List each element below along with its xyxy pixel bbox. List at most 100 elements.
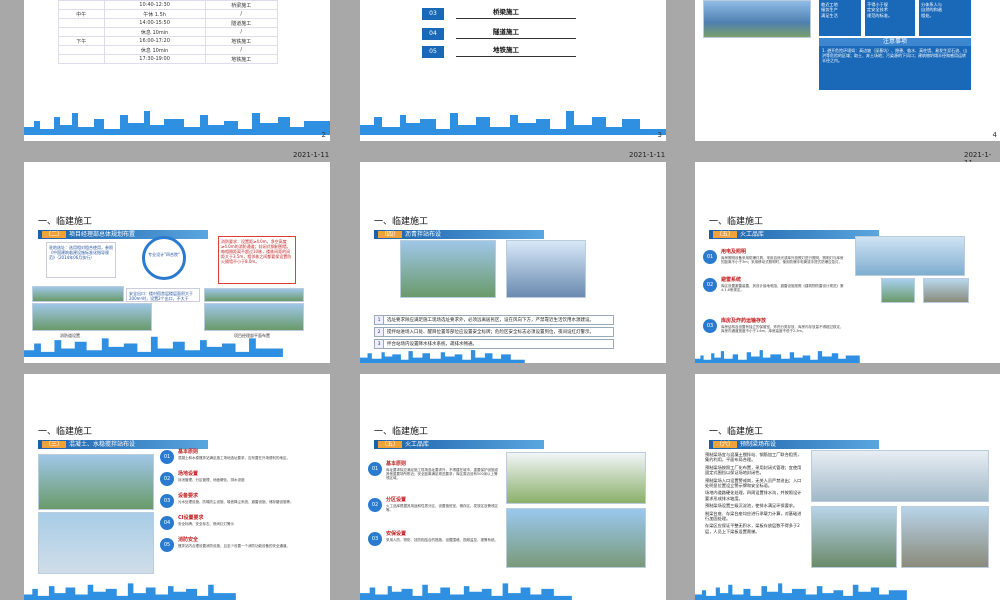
table-cell-period: 中午 xyxy=(58,9,105,19)
item-text: 搅拌站内合理设置消防设施，且至少设置一个消防功能设备的安全通道。 xyxy=(178,544,290,548)
feature-column: 临近工地 服务生产 满足生活 xyxy=(819,0,861,36)
section-number: （四） xyxy=(378,231,403,238)
item-label: 地铁施工 xyxy=(493,46,519,54)
item-title: 避雷系统 xyxy=(721,277,742,283)
table-cell-time: 10:40-12:30 xyxy=(103,0,206,10)
slide-3[interactable]: 03 桥梁施工 04 隧道施工 05 地铁施工 3 xyxy=(360,0,666,141)
item-text: 安全标牌、安全标志、夜间红灯警示 xyxy=(178,522,234,526)
list-item: 制梁台座、存梁台座均应进行承载力计算，对基础进行加固处理。 xyxy=(705,510,802,522)
section-number: （六） xyxy=(713,441,738,448)
item-title: 基本原则 xyxy=(178,449,199,455)
slide-10[interactable]: 一、临建施工 （六） 预制梁场布设 预制梁场宜与混凝土搅拌站、钢筋加工厂联合租赁，… xyxy=(695,374,1000,600)
item-number-circle: 02 xyxy=(368,498,382,512)
yard-photo xyxy=(901,506,989,568)
depot-render xyxy=(506,508,646,568)
building-photo xyxy=(32,303,152,331)
slide-7-lower: 03 库房及炸药运输存放 库房结构及设置有独立的保管室，炸药分类存放，库房内存放… xyxy=(695,303,1000,363)
page-number: 3 xyxy=(657,131,662,139)
page-number: 2 xyxy=(321,131,326,139)
item-text: 混凝土和水稳搅拌站满足施工场地选址要求，应布置在外场便利的地区。 xyxy=(178,456,290,460)
section-bar: （四） 沥青拌站布设 xyxy=(374,230,544,239)
table-cell-task: 桥梁施工 xyxy=(204,0,279,10)
section-bar: （二） 项目经理部总体规划布置 xyxy=(38,230,208,239)
date-label: 2021-1-11 xyxy=(293,151,330,159)
item-title: 场地设置 xyxy=(178,471,199,477)
table-cell-time: 17:30-19:00 xyxy=(103,54,206,64)
slide-2[interactable]: 10:40-12:30 桥梁施工 中午 午休 1.5h/14:00-15:50 隧道施工… xyxy=(24,0,330,141)
list-item: 预制梁场按照工厂化布置，采用封闭式管理；宜使用固定式围挡以保证场地封闭性。 xyxy=(705,464,802,476)
item-number-circle: 03 xyxy=(368,532,382,546)
section-number: （二） xyxy=(42,231,67,238)
slide-heading: 一、临建施工 xyxy=(38,427,93,437)
skyline-decoration xyxy=(24,583,236,600)
item-number: 04 xyxy=(422,28,444,40)
item-title: 消防安全 xyxy=(178,537,199,543)
table-row: 14:00-15:50 隧道施工 xyxy=(58,18,279,28)
item-label: 隧道施工 xyxy=(493,28,519,36)
fire-requirements-box: 消防要求：设置距≥4.0m，净空高度≥4.0m的消防通道；封闭式钢制围墙，每相隔… xyxy=(218,236,296,284)
plant-photo xyxy=(400,240,496,298)
date-label: 2021-1-11 xyxy=(629,151,666,159)
lighting-photo xyxy=(881,278,915,303)
notice-box: 注意事项 1. 避开危险环境如：高边坡（深基坑）、隐患、临水、高柱墙、易发生泥石… xyxy=(819,38,971,90)
divider xyxy=(456,56,576,57)
item-title: 安保设置 xyxy=(386,531,407,537)
slide-9[interactable]: 一、临建施工 （五） 火工品库 01 基本原则 库址要求除应满足施工现场选址要求外… xyxy=(360,374,666,600)
section-title: 沥青拌站布设 xyxy=(405,231,442,238)
slide-heading: 一、临建施工 xyxy=(38,217,93,227)
slide-7[interactable]: 一、临建施工 （五） 火工品库 01 用电及照明 库房照明设备采用防爆灯具，采用自… xyxy=(695,162,1000,303)
table-cell-time: 16:00-17:20 xyxy=(103,36,206,46)
table-row: 下午 16:00-17:20 地铁施工 xyxy=(58,36,279,46)
skyline-decoration xyxy=(695,350,860,363)
item-label: 桥梁施工 xyxy=(493,8,519,16)
plant-aerial-photo xyxy=(38,454,154,510)
slide-8[interactable]: 一、临建施工 （三） 混凝土、水稳搅拌站布设 01 基本原则 混凝土和水稳搅拌站满… xyxy=(24,374,330,600)
skyline-decoration xyxy=(24,111,330,135)
notice-title: 注意事项 xyxy=(819,38,971,46)
item-number: 03 xyxy=(422,8,444,20)
feature-column: 不得小于规 定安全技术 规范的标准。 xyxy=(865,0,915,36)
requirement-item: 1 选址要求除应满足施工现场选址要求外，必须远离居民区，设在风向下方，严禁靠近生活… xyxy=(374,315,614,325)
section-title: 预制梁场布设 xyxy=(740,441,777,448)
divider xyxy=(456,38,576,39)
table-cell-period: 下午 xyxy=(58,36,105,46)
list-item: 场地内道路硬化处理，四周设置排水沟，并按照设计要求形成排水坡度。 xyxy=(705,490,802,501)
slide-6[interactable]: 一、临建施工 （四） 沥青拌站布设 xyxy=(360,162,666,303)
item-number: 2 xyxy=(375,328,384,336)
skyline-decoration xyxy=(360,111,666,135)
item-number-circle: 01 xyxy=(160,450,174,464)
section-bar: （五） 火工品库 xyxy=(374,440,544,449)
slide-5[interactable]: 一、临建施工 （二） 项目经理部总体规划布置 驻地选址：选用相对租合使用，参照《中… xyxy=(24,162,330,303)
mixer-photo xyxy=(506,240,586,298)
item-title: 设备要求 xyxy=(178,493,199,499)
table-cell-task: / xyxy=(204,45,279,55)
yard-photo xyxy=(811,506,897,568)
slide-4[interactable]: 临近工地 服务生产 满足生活 不得小于规 定安全技术 规范的标准。 分体系人与 自然的和谐… xyxy=(695,0,1000,141)
store-photo xyxy=(923,278,969,303)
requirement-item: 2 搅拌站进场入口处、醒目位置等部位应设置安全标牌；危险区安全标志必须设置到位，夜… xyxy=(374,327,614,337)
section-number: （五） xyxy=(713,231,738,238)
exit-requirements-box: 安全出口：楼村宿舍层楼层面积大于200m²时，设置2个出口，不大于200m²可以… xyxy=(126,288,200,302)
silos-photo xyxy=(38,512,154,574)
item-text: 封闭管理、分区管理、地面硬化、排水设施 xyxy=(178,478,245,482)
table-cell-time: 休息 10min xyxy=(103,27,206,37)
item-number-circle: 03 xyxy=(703,319,717,333)
table-row: 中午 午休 1.5h / xyxy=(58,9,279,19)
slide-6-lower: 1 选址要求除应满足施工现场选址要求外，必须远离居民区，设在风向下方，严禁靠近生活… xyxy=(360,303,666,363)
item-title: CI设置要求 xyxy=(178,515,204,521)
item-text: 搅拌站进场入口处、醒目位置等部位应设置安全标牌；危险区安全标志必须设置到位，夜间… xyxy=(387,330,594,335)
skyline-decoration xyxy=(360,583,572,600)
item-number: 05 xyxy=(422,46,444,58)
slide-heading: 一、临建施工 xyxy=(709,217,764,227)
item-text: 选址要求除应满足施工现场选址要求外，必须远离居民区，设在风向下方，严禁靠近生活饮… xyxy=(387,318,594,323)
building-photo xyxy=(703,0,811,38)
item-text: 库区设置避雷装置，其设计接地电阻，避雷设施按照《建筑物防雷设计规范》第4.1.6… xyxy=(721,284,844,292)
info-box: 驻地选址：选用相对租合使用，参照《中国建筑临建设施标准化指导规范》（2014年0… xyxy=(46,242,116,278)
table-row: 休息 10min / xyxy=(58,27,279,37)
section-title: 项目经理部总体规划布置 xyxy=(69,231,136,238)
building-photo xyxy=(204,303,304,331)
list-item: 预制梁场入口设置警戒岗，无关人员严禁进出；入口处明显位置设立警示牌和安全标语。 xyxy=(705,477,802,489)
table-row: 休息 10min / xyxy=(58,45,279,55)
list-item: 预制梁场设置三级沉淀池，使排水满足环保要求。 xyxy=(705,503,798,509)
table-cell-time: 休息 10min xyxy=(103,45,206,55)
